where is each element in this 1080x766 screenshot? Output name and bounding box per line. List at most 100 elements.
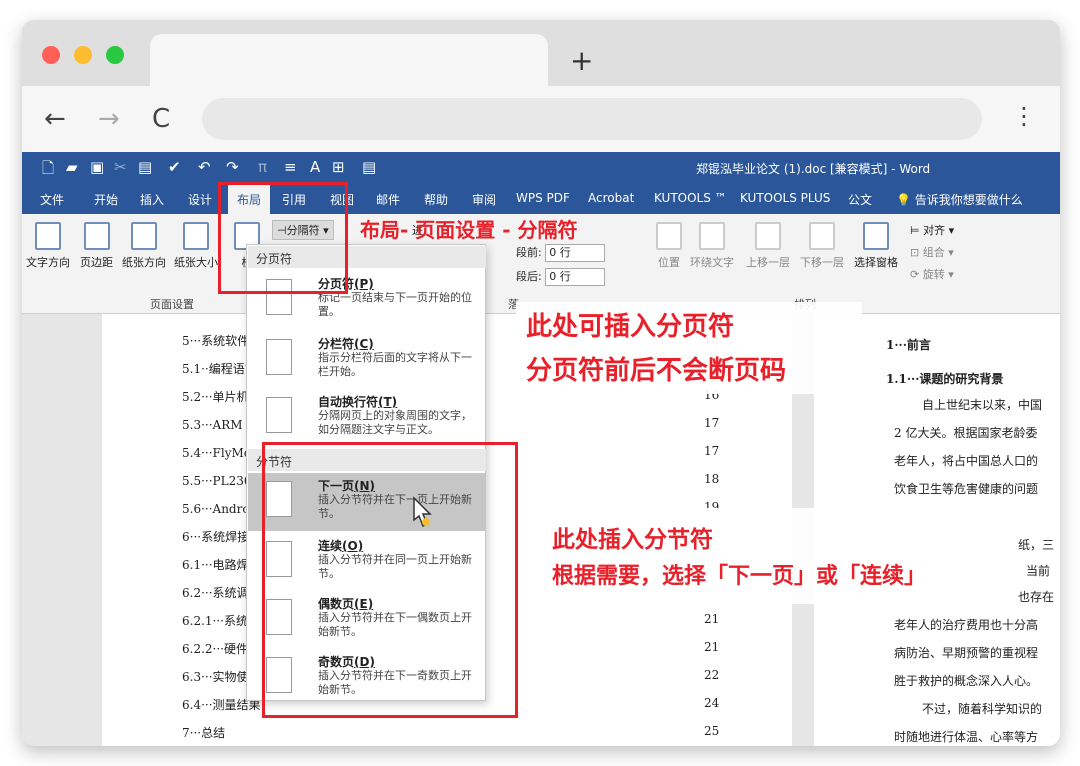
tab-home[interactable]: 开始 [94, 191, 118, 208]
position-button[interactable]: 位置 [656, 222, 682, 270]
bring-forward-button[interactable]: 上移一层 [746, 222, 790, 270]
arrow-right-icon[interactable]: → [98, 104, 120, 134]
body-line[interactable]: 老年人的治疗费用也十分高 [894, 616, 1038, 633]
item-shortcut: (T) [378, 395, 398, 409]
toc-page-number: 17 [704, 416, 720, 430]
minimize-window-button[interactable] [74, 46, 92, 64]
send-backward-label: 下移一层 [800, 256, 844, 269]
body-line[interactable]: 病防治、早期预警的重视程 [894, 644, 1038, 661]
reload-icon[interactable]: C [152, 104, 170, 134]
orientation-button[interactable]: 纸张方向 [122, 222, 166, 270]
format-painter-icon[interactable]: ✔ [168, 158, 181, 176]
body-line[interactable]: 时随地进行体温、心率等方 [894, 728, 1038, 745]
tab-insert[interactable]: 插入 [140, 191, 164, 208]
undo-icon[interactable]: ↶ [198, 158, 211, 176]
heading-2[interactable]: 1.1···课题的研究背景 [886, 370, 1003, 387]
body-line[interactable]: 2 亿大关。根据国家老龄委 [894, 424, 1037, 441]
text-direction-label: 文字方向 [26, 256, 70, 269]
maximize-window-button[interactable] [106, 46, 124, 64]
column-break-item[interactable]: 分栏符(C) 指示分栏符后面的文字将从下一栏开始。 [248, 331, 486, 389]
annotation-box-layout [218, 182, 348, 294]
tab-kutools[interactable]: KUTOOLS ™ [654, 191, 727, 205]
orientation-icon [131, 222, 157, 250]
wrap-text-button[interactable]: 环绕文字 [690, 222, 734, 270]
item-desc: 指示分栏符后面的文字将从下一栏开始。 [318, 351, 472, 378]
body-line[interactable]: 老年人，将占中国总人口的 [894, 452, 1038, 469]
wrap-text-label: 环绕文字 [690, 256, 734, 269]
spacing-after: 段后: 0 行 [516, 268, 606, 286]
body-line[interactable]: 不过，随着科学知识的 [922, 700, 1042, 717]
new-tab-button[interactable]: + [570, 44, 593, 77]
item-title: 自动换行符(T) [318, 393, 397, 410]
body-line[interactable]: 纸，三 [1018, 536, 1054, 553]
align-button[interactable]: ⊨ 对齐 ▾ [910, 222, 954, 238]
address-bar-row: ← → C ⋮ [22, 86, 1060, 152]
item-shortcut: (P) [354, 277, 374, 291]
tab-mailings[interactable]: 邮件 [376, 191, 400, 208]
close-window-button[interactable] [42, 46, 60, 64]
send-backward-icon [809, 222, 835, 250]
arrow-left-icon[interactable]: ← [44, 104, 66, 134]
tab-review[interactable]: 审阅 [472, 191, 496, 208]
spacing-before-label: 段前: [516, 246, 542, 259]
annotation-section-break-2: 根据需要，选择「下一页」或「连续」 [552, 564, 927, 589]
font-icon[interactable]: A [310, 158, 320, 176]
send-backward-button[interactable]: 下移一层 [800, 222, 844, 270]
tab-acrobat[interactable]: Acrobat [588, 191, 634, 205]
toc-page-number: 21 [704, 612, 720, 626]
spacing-before: 段前: 0 行 [516, 244, 606, 262]
tab-help[interactable]: 帮助 [424, 191, 448, 208]
selection-pane-label: 选择窗格 [854, 256, 898, 269]
spacing-after-input[interactable]: 0 行 [545, 268, 606, 286]
table-icon[interactable]: ⊞ [332, 158, 345, 176]
text-wrapping-break-item[interactable]: 自动换行符(T) 分隔网页上的对象周围的文字，如分隔题注文字与正文。 [248, 389, 486, 447]
symbol-icon[interactable]: π [258, 158, 267, 176]
size-label: 纸张大小 [174, 256, 218, 269]
item-title-text: 分栏符 [318, 337, 355, 351]
tab-kutools-plus[interactable]: KUTOOLS PLUS [740, 191, 830, 205]
body-line[interactable]: 也存在 [1018, 588, 1054, 605]
group-button[interactable]: ⊡ 组合 ▾ [910, 244, 954, 260]
new-doc-icon[interactable]: 🗋 [42, 158, 54, 183]
open-icon[interactable]: ▰ [66, 158, 78, 176]
body-line[interactable]: 自上世纪末以来，中国 [922, 396, 1042, 413]
annotation-box-section [262, 442, 518, 718]
bring-forward-icon [755, 222, 781, 250]
body-line[interactable]: 胜于救护的概念深入人心。 [894, 672, 1038, 689]
size-button[interactable]: 纸张大小 [174, 222, 218, 270]
toc-page-number: 22 [704, 668, 720, 682]
toc-line[interactable]: 7···总结 [182, 724, 225, 741]
selection-pane-button[interactable]: 选择窗格 [854, 222, 898, 270]
margins-button[interactable]: 页边距 [80, 222, 113, 270]
paste-icon[interactable]: ▤ [138, 158, 152, 176]
text-wrapping-icon [266, 397, 292, 433]
rotate-icon: ⟳ [910, 268, 920, 281]
annotation-page-break-2: 分页符前后不会断页码 [526, 356, 787, 386]
position-icon [656, 222, 682, 250]
view-icon[interactable]: ▤ [362, 158, 376, 176]
bring-forward-label: 上移一层 [746, 256, 790, 269]
spacing-before-input[interactable]: 0 行 [545, 244, 606, 262]
tell-me-input[interactable]: 💡 告诉我你想要做什么 [896, 191, 1023, 208]
tab-gongwen[interactable]: 公文 [848, 191, 872, 208]
browser-tab[interactable] [150, 34, 548, 86]
save-icon[interactable]: ▣ [90, 158, 104, 176]
body-line[interactable]: 当前 [1026, 562, 1050, 579]
redo-icon[interactable]: ↷ [226, 158, 239, 176]
body-line[interactable]: 饮食卫生等危害健康的问题 [894, 480, 1038, 497]
column-break-icon [266, 339, 292, 375]
tell-me-label: 告诉我你想要做什么 [914, 193, 1023, 207]
text-direction-icon [35, 222, 61, 250]
wrap-text-icon [699, 222, 725, 250]
tab-wps-pdf[interactable]: WPS PDF [516, 191, 570, 205]
rotate-button[interactable]: ⟳ 旋转 ▾ [910, 266, 954, 282]
group-page-setup: 页面设置 [150, 298, 194, 311]
text-direction-button[interactable]: 文字方向 [26, 222, 70, 270]
address-input[interactable] [202, 98, 982, 140]
tab-design[interactable]: 设计 [188, 191, 212, 208]
tab-file[interactable]: 文件 [40, 191, 64, 208]
heading-1[interactable]: 1···前言 [886, 336, 931, 353]
more-vertical-icon[interactable]: ⋮ [1012, 102, 1036, 130]
align-icon[interactable]: ≡ [284, 158, 297, 176]
cut-icon[interactable]: ✂ [114, 158, 127, 176]
